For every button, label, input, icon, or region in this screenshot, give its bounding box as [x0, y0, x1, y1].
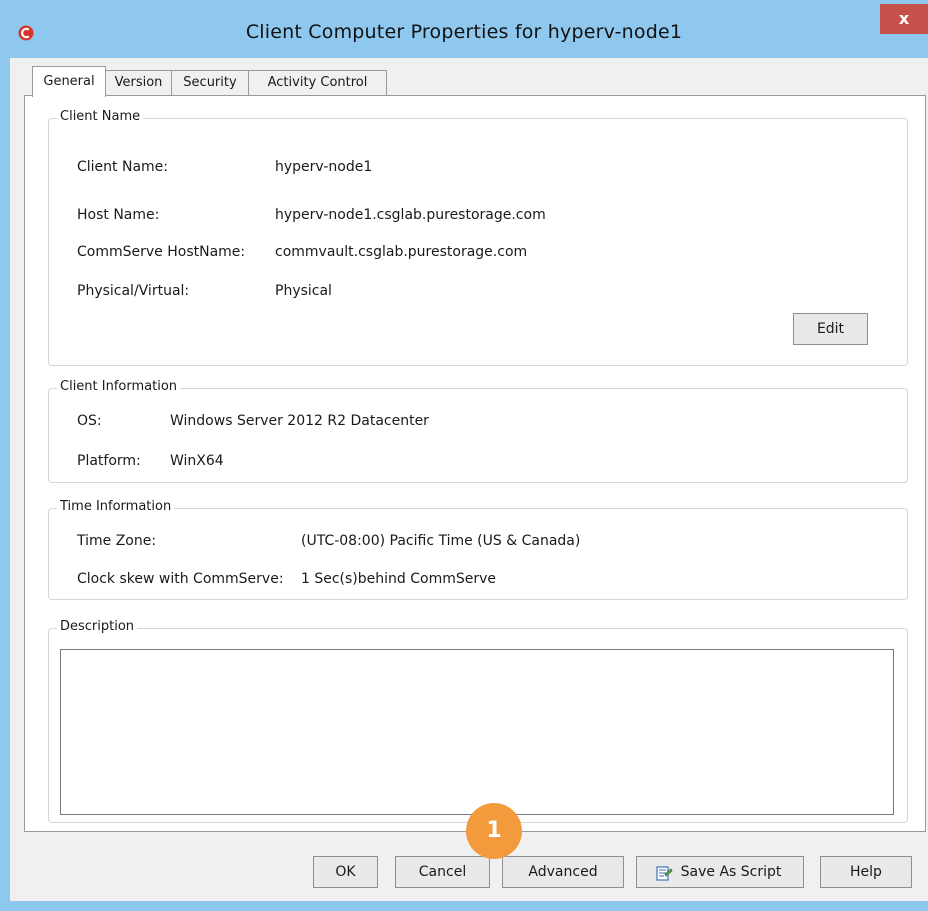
client-name-value: hyperv-node1	[275, 159, 373, 175]
group-title-client-name: Client Name	[57, 109, 144, 124]
help-button[interactable]: Help	[820, 856, 912, 888]
description-textarea[interactable]	[60, 649, 894, 815]
close-button[interactable]: x	[880, 4, 928, 34]
advanced-button[interactable]: Advanced	[502, 856, 624, 888]
description-group: Description	[48, 619, 908, 823]
os-label: OS:	[77, 413, 102, 429]
host-name-value: hyperv-node1.csglab.purestorage.com	[275, 207, 546, 223]
platform-label: Platform:	[77, 453, 141, 469]
os-value: Windows Server 2012 R2 Datacenter	[170, 413, 429, 429]
dialog-window: Client Computer Properties for hyperv-no…	[0, 0, 928, 911]
tab-activity-control[interactable]: Activity Control	[248, 70, 387, 95]
group-title-time-information: Time Information	[57, 499, 175, 514]
cancel-button[interactable]: Cancel	[395, 856, 490, 888]
platform-value: WinX64	[170, 453, 224, 469]
clock-skew-value: 1 Sec(s)behind CommServe	[301, 571, 497, 587]
script-icon	[656, 866, 673, 881]
callout-badge: 1	[466, 803, 522, 859]
save-as-script-button[interactable]: Save As Script	[636, 856, 804, 888]
client-name-label: Client Name:	[77, 159, 168, 175]
time-information-group: Time Information Time Zone: (UTC-08:00) …	[48, 499, 908, 600]
tab-version[interactable]: Version	[105, 70, 172, 95]
tab-general[interactable]: General	[32, 66, 106, 97]
commserve-hostname-value: commvault.csglab.purestorage.com	[275, 244, 528, 260]
clock-skew-label: Clock skew with CommServe:	[77, 571, 284, 587]
group-title-client-information: Client Information	[57, 379, 181, 394]
time-zone-label: Time Zone:	[77, 533, 157, 549]
window-title: Client Computer Properties for hyperv-no…	[245, 21, 683, 43]
edit-button[interactable]: Edit	[793, 313, 868, 345]
time-zone-value: (UTC-08:00) Pacific Time (US & Canada)	[301, 533, 581, 549]
client-name-group: Client Name Client Name: hyperv-node1 Ho…	[48, 109, 908, 366]
dialog-body: General Version Security Activity Contro…	[10, 58, 928, 901]
client-information-group: Client Information OS: Windows Server 20…	[48, 379, 908, 483]
tab-security[interactable]: Security	[171, 70, 249, 95]
physical-virtual-label: Physical/Virtual:	[77, 283, 190, 299]
ok-button[interactable]: OK	[313, 856, 378, 888]
general-tab-panel: Client Name Client Name: hyperv-node1 Ho…	[24, 95, 926, 832]
group-title-description: Description	[57, 619, 138, 634]
host-name-label: Host Name:	[77, 207, 160, 223]
title-bar[interactable]: Client Computer Properties for hyperv-no…	[0, 0, 928, 58]
save-as-script-label: Save As Script	[680, 864, 782, 880]
physical-virtual-value: Physical	[275, 283, 332, 299]
commserve-hostname-label: CommServe HostName:	[77, 244, 246, 260]
